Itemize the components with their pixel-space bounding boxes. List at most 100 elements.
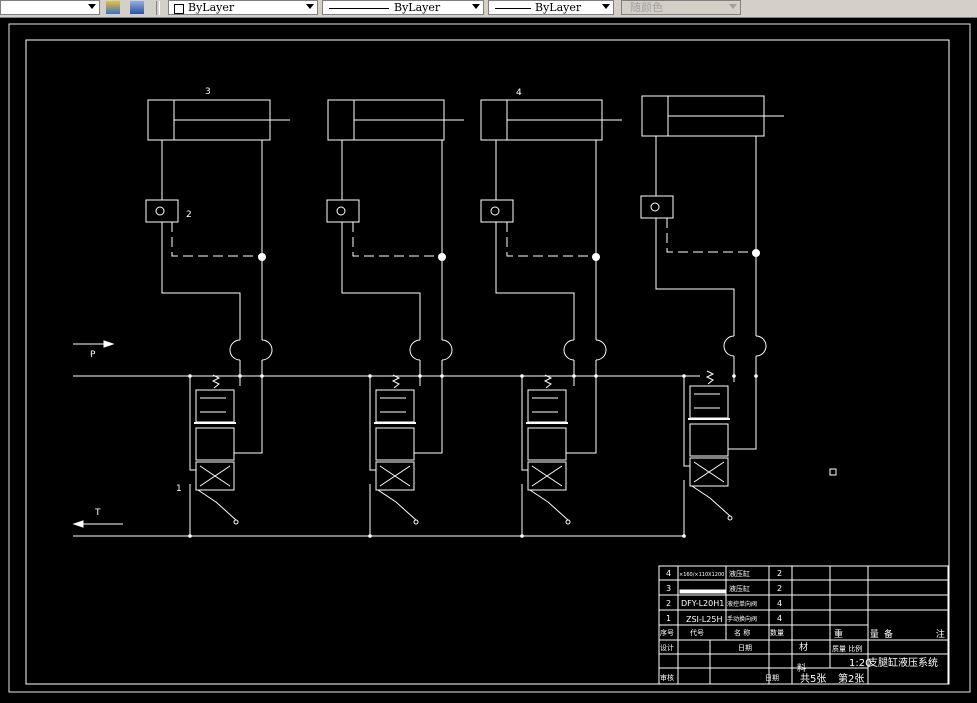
line-crossover (723, 335, 767, 357)
header-qty: 数量 (770, 628, 784, 637)
header-name: 名 称 (734, 628, 750, 637)
drawing-title: 支腿缸液压系统 (868, 656, 938, 669)
header-weight: 重 量 (834, 628, 891, 640)
check-ball-icon (490, 206, 500, 216)
plotstyle-control-value: 随颜色 (630, 1, 663, 14)
manual-lever (529, 489, 569, 521)
part-no: 2 (666, 599, 671, 608)
chevron-down-icon (472, 4, 480, 9)
pilot-line-dashed (666, 218, 756, 253)
valve-pilot-section (375, 389, 415, 423)
material-row: 料 (797, 662, 806, 674)
lever-knob-icon (565, 519, 571, 525)
lever-knob-icon (727, 515, 733, 521)
line-crossover (409, 339, 453, 361)
part-qty: 2 (777, 569, 782, 578)
chevron-down-icon (729, 4, 737, 9)
part-qty: 4 (777, 614, 782, 623)
item-label-3: 3 (205, 87, 211, 97)
lever-knob-icon (413, 519, 419, 525)
pipe-left-lower (161, 222, 241, 340)
part-code: ZSI-L25H (686, 615, 722, 624)
hydraulic-units (145, 95, 784, 538)
check-ball-icon (336, 206, 346, 216)
valve-center-section (689, 423, 729, 457)
layer-icon-1[interactable] (106, 1, 120, 14)
linetype-control-value: ByLayer (394, 1, 441, 14)
sheet-count: 共5张 (800, 673, 826, 685)
item-label-2: 2 (186, 210, 192, 220)
part-code: DFY-L20H1 (681, 599, 724, 608)
layer-icon-2[interactable] (130, 1, 144, 14)
date-label: 日期 (765, 674, 779, 682)
pipe-left-lower (495, 222, 575, 340)
pilot-check-valve (145, 199, 179, 223)
outer-frame (8, 23, 971, 693)
part-name: 手动换向阀 (727, 615, 757, 623)
valve-center-section (375, 427, 415, 461)
color-swatch-icon (174, 4, 184, 14)
lever-knob-icon (233, 519, 239, 525)
pipe-right-to-valve (234, 360, 263, 454)
valve-pilot-section (527, 389, 567, 423)
plotstyle-control-dropdown[interactable]: 随颜色 (621, 0, 741, 15)
spring-icon (543, 374, 553, 389)
scale-label: 质量 比例 (832, 644, 862, 653)
pilot-line-dashed (506, 222, 596, 257)
valve-center-section (195, 427, 235, 461)
line-crossover (229, 339, 273, 361)
design-label: 设计 (660, 643, 674, 652)
part-name: 液压缸 (729, 584, 750, 593)
pilot-check-valve (640, 195, 674, 219)
valve-divider (688, 418, 730, 420)
check-ball-icon (155, 206, 165, 216)
valve-pilot-section (689, 385, 729, 419)
port-p-label: P (90, 350, 96, 360)
inner-frame (25, 39, 950, 685)
pilot-line-dashed (171, 222, 262, 257)
linetype-control-dropdown[interactable]: ByLayer (322, 0, 484, 15)
part-qty: 2 (777, 584, 782, 593)
junction-dot (754, 374, 758, 378)
lineweight-control-dropdown[interactable]: ByLayer (488, 0, 614, 15)
part-no: 3 (666, 584, 671, 593)
manual-lever (197, 489, 237, 521)
pipe-right-to-valve (414, 360, 443, 454)
port-t-label: T (94, 508, 101, 518)
part-no: 4 (666, 569, 671, 578)
manual-lever (691, 485, 731, 517)
sheet-number: 第2张 (838, 672, 864, 685)
valve-center-section (527, 427, 567, 461)
color-control-dropdown[interactable]: ByLayer (168, 0, 318, 15)
properties-toolbar: ByLayer ByLayer ByLayer 随颜色 (0, 0, 977, 18)
date-label: 日期 (738, 644, 752, 652)
lineweight-sample (495, 8, 531, 9)
item-label-1: 1 (176, 484, 182, 494)
pressure-line-p: P (73, 340, 700, 377)
pilot-line-dashed (352, 222, 442, 257)
pipe-left-lower (655, 218, 735, 336)
part-qty: 4 (777, 599, 782, 608)
toolbar-separator (156, 1, 160, 15)
part-code: ×160/×110X1200 (679, 572, 724, 578)
valve-divider (526, 422, 568, 424)
valve-divider (194, 422, 236, 424)
header-no: 序号 (660, 628, 674, 637)
pilot-check-valve (480, 199, 514, 223)
line-crossover (563, 339, 607, 361)
layer-control-dropdown[interactable] (0, 0, 100, 15)
tank-line-t: T (72, 508, 683, 537)
spring-icon (391, 374, 401, 389)
pipe-right-to-valve (728, 356, 757, 450)
junction-dot (732, 374, 736, 378)
drawing-canvas[interactable]: P T 3 4 2 1 4 ×160/×110X1200 液压缸 2 3 液压缸 (0, 17, 977, 703)
linetype-sample (329, 8, 389, 9)
lineweight-control-value: ByLayer (535, 1, 582, 14)
part-name: 液控单向阀 (727, 600, 757, 608)
cursor-pickbox (829, 468, 837, 476)
manual-lever (377, 489, 417, 521)
header-material: 材 (799, 641, 808, 653)
spring-icon (211, 374, 221, 389)
part-name: 液压缸 (729, 569, 750, 578)
valve-pilot-section (195, 389, 235, 423)
